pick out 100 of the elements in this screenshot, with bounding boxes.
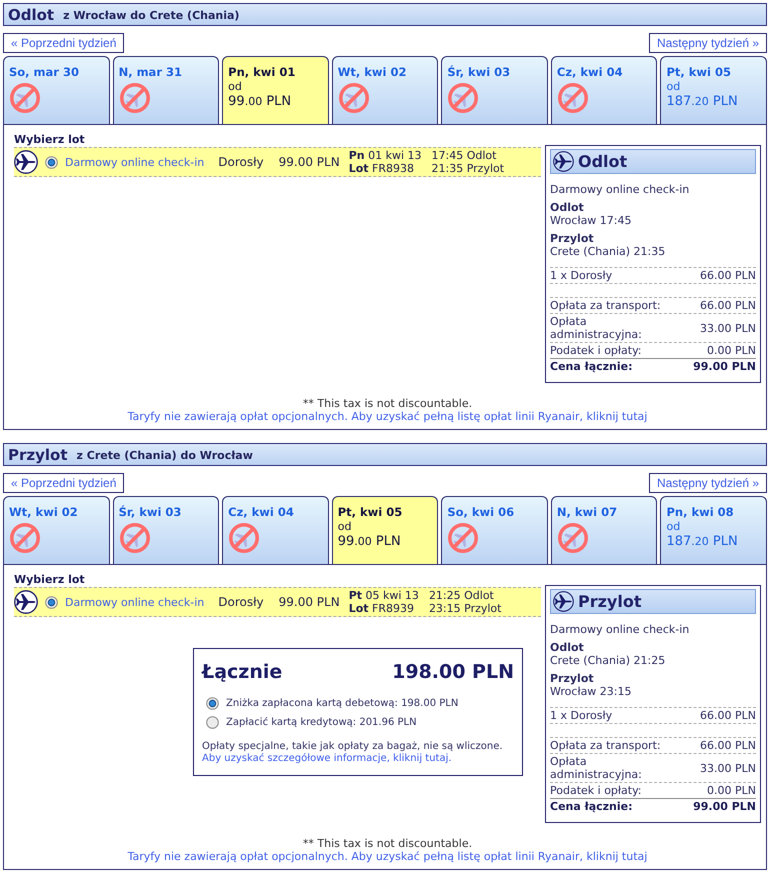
radio-button[interactable]	[206, 716, 219, 729]
total-label: Cena łącznie:	[550, 800, 633, 813]
fare-name: Darmowy online check-in	[550, 183, 690, 196]
payment-option-label: Zapłacić kartą kredytową: 201.96 PLN	[226, 717, 417, 728]
day-tab[interactable]: Pn, kwi 01 od 99.00 PLN	[222, 56, 329, 124]
total-price: 99.00 PLN	[693, 360, 756, 373]
section-title: Odlot	[8, 6, 54, 24]
day-tab[interactable]: Cz, kwi 04	[550, 56, 658, 124]
leg-value: Wrocław 23:15	[550, 685, 633, 698]
no-flights-icon	[9, 82, 41, 114]
no-flights-icon	[556, 82, 589, 114]
leg-value: Crete (Chania) 21:25	[550, 654, 666, 667]
total-label: Cena łącznie:	[550, 360, 633, 373]
flight-price: 99.00 PLN	[278, 595, 340, 609]
day-tab[interactable]: Śr, kwi 03	[441, 56, 548, 124]
line-amount: 33.00 PLN	[700, 322, 756, 334]
flight-date: Pn 01 kwi 13	[348, 149, 422, 162]
day-tab[interactable]: Cz, kwi 04	[222, 496, 329, 564]
flight-number: Lot FR8938	[348, 162, 415, 175]
section-title: Przylot	[8, 446, 68, 464]
previous-week-button[interactable]: « Poprzedni tydzień	[3, 33, 124, 53]
line-label: Opłata za transport:	[550, 299, 661, 312]
payment-option-label: Zniżka zapłacona kartą debetową: 198.00 PLN	[226, 698, 458, 709]
plane-icon	[553, 591, 574, 612]
previous-week-button[interactable]: « Poprzedni tydzień	[3, 473, 124, 493]
leg-value: Crete (Chania) 21:35	[550, 245, 666, 258]
line-amount: 0.00 PLN	[707, 784, 756, 797]
details-link[interactable]: Aby uzyskać szczegółowe informacje, kliknij tutaj.	[202, 753, 452, 764]
choose-flight-heading: Wybierz lot	[14, 133, 86, 147]
fare-info-link[interactable]: Taryfy nie zawierają opłat opcjonalnych. Aby uzyskać pełną listę opłat linii Ryanair, kliknij tutaj	[128, 410, 648, 423]
no-flights-icon	[118, 82, 151, 114]
line-label: Podatek i opłaty:	[550, 784, 642, 797]
day-tab[interactable]: N, mar 31	[112, 56, 220, 124]
no-flights-icon	[447, 82, 480, 114]
day-tab[interactable]: So, kwi 06	[441, 496, 548, 564]
plane-icon	[553, 151, 574, 172]
day-tab[interactable]: Wt, kwi 02	[3, 496, 110, 564]
line-label: Opłata administracyjna:	[550, 315, 643, 341]
flight-option-row[interactable]: Darmowy online check-in Dorosły 99.00 PLN Pn 01 kwi 13 Lot FR8938 17:45 Odlot 21:35 Przylot	[14, 147, 541, 177]
line-amount: 66.00 PLN	[700, 269, 756, 282]
fare-info-link[interactable]: Taryfy nie zawierają opłat opcjonalnych. Aby uzyskać pełną listę opłat linii Ryanair, kliknij tutaj	[128, 850, 648, 863]
departure-time: 17:45 Odlot	[432, 149, 498, 162]
line-amount: 66.00 PLN	[700, 709, 756, 722]
radio-button[interactable]	[45, 156, 58, 168]
leg-value: Wrocław 17:45	[550, 214, 633, 227]
plane-icon	[14, 150, 38, 174]
summary-title: Przylot	[578, 592, 642, 611]
leg-label: Przylot	[550, 232, 595, 245]
leg-label: Odlot	[550, 201, 585, 214]
day-tab[interactable]: Wt, kwi 02	[332, 56, 438, 124]
line-amount: 33.00 PLN	[700, 762, 756, 774]
arrival-time: 21:35 Przylot	[432, 162, 504, 175]
radio-button[interactable]	[206, 697, 219, 710]
flight-number: Lot FR8939	[348, 602, 415, 615]
plane-icon	[14, 590, 38, 614]
fees-note: Opłaty specjalne, takie jak opłaty za bagaż, nie są wliczone. Aby uzyskać szczegółowe informacje, kliknij tutaj.	[202, 741, 504, 765]
passenger-type: Dorosły	[218, 595, 264, 609]
no-flights-icon	[447, 522, 480, 554]
day-tab[interactable]: N, kwi 07	[550, 496, 658, 564]
line-label: 1 x Dorosły	[550, 269, 612, 282]
no-flights-icon	[338, 82, 370, 114]
line-label: Opłata administracyjna:	[550, 755, 643, 781]
line-amount: 66.00 PLN	[700, 739, 756, 752]
tax-note: ** This tax is not discountable.	[302, 837, 472, 850]
line-amount: 66.00 PLN	[700, 299, 756, 312]
no-flights-icon	[556, 522, 589, 554]
day-tab[interactable]: Pt, kwi 05 od 187.20 PLN	[660, 56, 768, 124]
summary-title: Odlot	[578, 152, 628, 171]
line-label: 1 x Dorosły	[550, 709, 612, 722]
day-tab[interactable]: Pn, kwi 08 od 187.20 PLN	[660, 496, 768, 564]
flight-price: 99.00 PLN	[278, 155, 340, 169]
route-text: z Wrocław do Crete (Chania)	[63, 9, 240, 22]
flight-option-row[interactable]: Darmowy online check-in Dorosły 99.00 PLN Pt 05 kwi 13 Lot FR8939 21:25 Odlot 23:15 Przylot	[14, 587, 541, 617]
line-label: Opłata za transport:	[550, 739, 661, 752]
line-amount: 0.00 PLN	[707, 344, 756, 357]
line-label: Podatek i opłaty:	[550, 344, 642, 357]
fare-link[interactable]: Darmowy online check-in	[65, 596, 204, 608]
day-tab[interactable]: So, mar 30	[3, 56, 110, 124]
total-title: Łącznie	[202, 661, 282, 683]
no-flights-icon	[118, 522, 151, 554]
departure-time: 21:25 Odlot	[428, 589, 495, 602]
next-week-button[interactable]: Następny tydzień »	[648, 33, 767, 53]
no-flights-icon	[9, 522, 41, 554]
tax-note: ** This tax is not discountable.	[302, 397, 472, 410]
fare-name: Darmowy online check-in	[550, 623, 690, 636]
total-price: 99.00 PLN	[693, 800, 756, 813]
total-amount: 198.00 PLN	[392, 661, 514, 683]
leg-label: Przylot	[550, 672, 595, 685]
no-flights-icon	[228, 522, 260, 554]
passenger-type: Dorosły	[218, 155, 264, 169]
arrival-time: 23:15 Przylot	[428, 602, 502, 615]
choose-flight-heading: Wybierz lot	[14, 573, 86, 587]
next-week-button[interactable]: Następny tydzień »	[648, 473, 767, 493]
day-tab[interactable]: Pt, kwi 05 od 99.00 PLN	[332, 496, 438, 564]
leg-label: Odlot	[550, 641, 585, 654]
radio-button[interactable]	[45, 596, 58, 608]
fare-link[interactable]: Darmowy online check-in	[65, 156, 204, 168]
flight-date: Pt 05 kwi 13	[348, 589, 419, 602]
route-text: z Crete (Chania) do Wrocław	[76, 449, 253, 462]
day-tab[interactable]: Śr, kwi 03	[112, 496, 220, 564]
